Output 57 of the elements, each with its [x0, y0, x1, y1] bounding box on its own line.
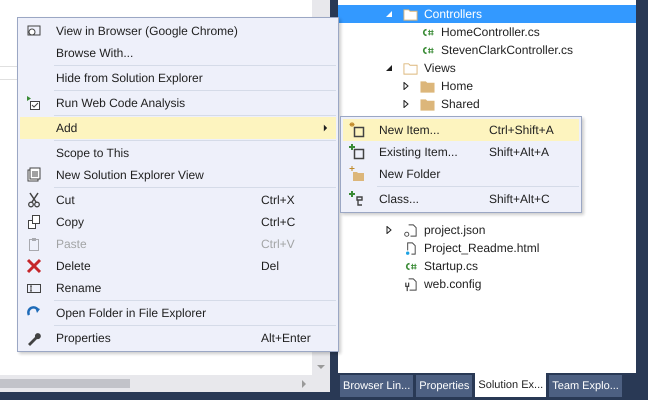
menu-item[interactable]: Hide from Solution Explorer: [20, 67, 336, 89]
folder-icon: [403, 60, 418, 76]
wrench-icon: [26, 330, 42, 346]
add-item-icon: [349, 144, 365, 160]
config-file-icon: [403, 276, 418, 292]
scroll-right-icon[interactable]: [300, 380, 308, 388]
tree-item[interactable]: Views: [338, 59, 636, 77]
scroll-down-icon[interactable]: [317, 363, 325, 371]
horizontal-scrollbar[interactable]: [0, 375, 330, 392]
collapse-arrow-icon[interactable]: [385, 64, 393, 72]
menu-item[interactable]: Properties Alt+Enter: [20, 327, 336, 349]
window-icon: [26, 167, 42, 183]
json-file-icon: [403, 222, 418, 238]
html-file-icon: [403, 240, 418, 256]
delete-icon: [26, 258, 42, 274]
menu-item[interactable]: Rename: [20, 277, 336, 299]
menu-item[interactable]: Copy Ctrl+C: [20, 211, 336, 233]
copy-icon: [26, 214, 42, 230]
folder-icon: [420, 78, 435, 94]
tree-item[interactable]: Shared: [338, 95, 636, 113]
menu-item[interactable]: New Item... Ctrl+Shift+A: [343, 119, 579, 141]
panel-tab[interactable]: Browser Lin...: [340, 375, 414, 397]
menu-item[interactable]: Scope to This: [20, 142, 336, 164]
menu-item[interactable]: Cut Ctrl+X: [20, 189, 336, 211]
tree-item[interactable]: Home: [338, 77, 636, 95]
scrollbar-thumb[interactable]: [0, 379, 130, 388]
tree-item[interactable]: project.json: [338, 221, 636, 239]
menu-item[interactable]: New Solution Explorer View: [20, 164, 336, 186]
tree-item[interactable]: Startup.cs: [338, 257, 636, 275]
panel-tab[interactable]: Solution Ex...: [475, 373, 546, 397]
clipboard-icon: [26, 236, 42, 252]
new-item-icon: [349, 122, 365, 138]
folder-icon: [403, 6, 418, 22]
checkbox-icon: [26, 95, 42, 111]
expand-arrow-icon[interactable]: [402, 82, 410, 90]
menu-item[interactable]: Open Folder in File Explorer: [20, 302, 336, 324]
menu-item[interactable]: Browse With...: [20, 42, 336, 64]
new-folder-icon: [349, 166, 365, 182]
submenu-arrow-icon: [323, 124, 328, 132]
tree-item[interactable]: StevenClarkController.cs: [338, 41, 636, 59]
expand-arrow-icon[interactable]: [402, 100, 410, 108]
folder-icon: [420, 96, 435, 112]
menu-item[interactable]: New Folder: [343, 163, 579, 185]
menu-item[interactable]: Delete Del: [20, 255, 336, 277]
panel-tab[interactable]: Properties: [416, 375, 472, 397]
menu-item[interactable]: View in Browser (Google Chrome): [20, 20, 336, 42]
menu-item[interactable]: Add: [20, 117, 336, 139]
tree-item[interactable]: HomeController.cs: [338, 23, 636, 41]
menu-item[interactable]: Run Web Code Analysis: [20, 92, 336, 114]
tree-item[interactable]: Project_Readme.html: [338, 239, 636, 257]
menu-item[interactable]: Class... Shift+Alt+C: [343, 188, 579, 210]
panel-tab[interactable]: Team Explo...: [549, 375, 622, 397]
expand-arrow-icon[interactable]: [385, 226, 393, 234]
scissors-icon: [26, 192, 42, 208]
class-icon: [349, 191, 365, 207]
tree-item[interactable]: web.config: [338, 275, 636, 293]
menu-item[interactable]: Existing Item... Shift+Alt+A: [343, 141, 579, 163]
